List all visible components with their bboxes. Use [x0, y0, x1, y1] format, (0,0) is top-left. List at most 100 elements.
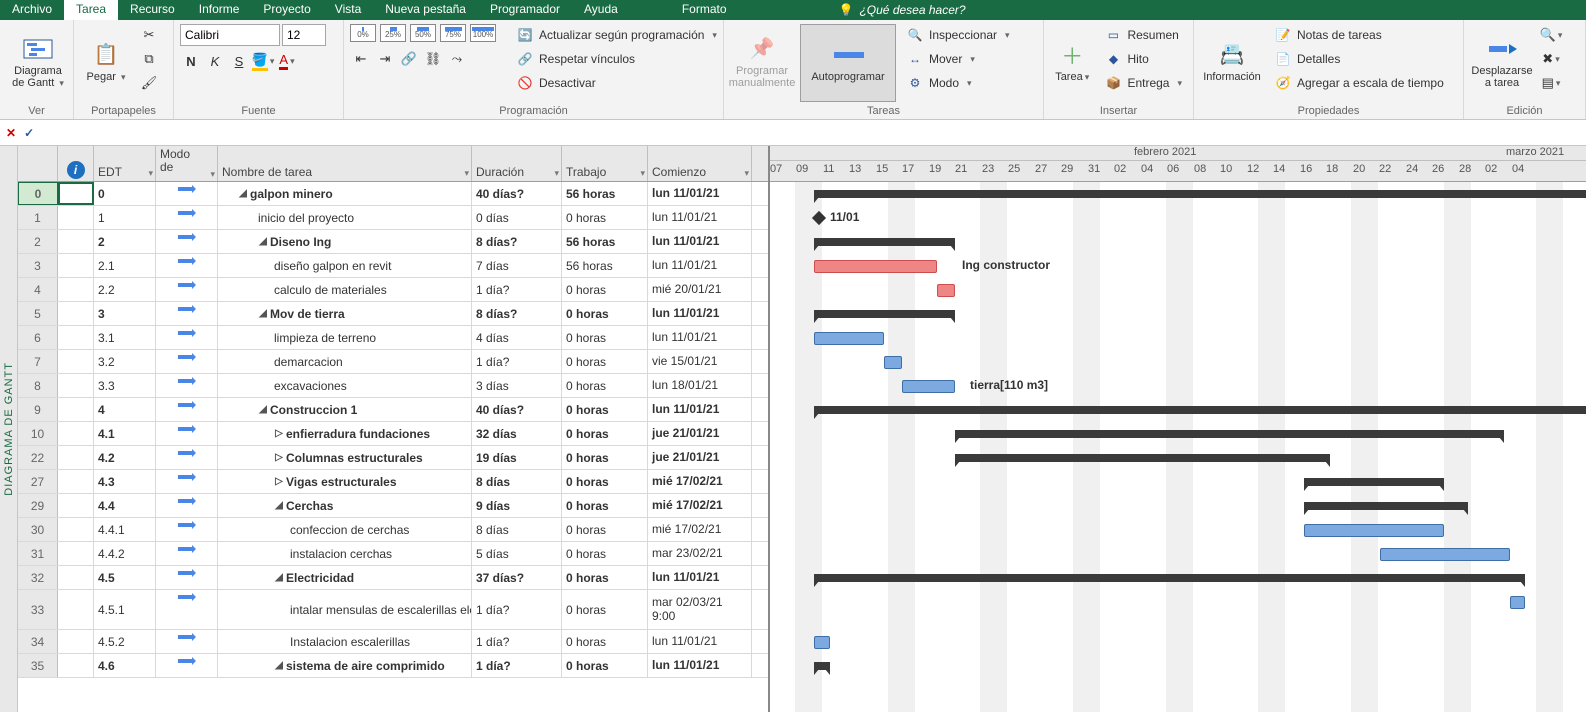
task-name-cell[interactable]: excavaciones	[218, 374, 472, 397]
row-number[interactable]: 8	[18, 374, 58, 397]
row-number[interactable]: 3	[18, 254, 58, 277]
mode-cell[interactable]	[156, 630, 218, 653]
info-cell[interactable]	[58, 446, 94, 469]
menu-tab-programador[interactable]: Programador	[478, 0, 572, 20]
mode-cell[interactable]	[156, 398, 218, 421]
start-cell[interactable]: vie 15/01/21	[648, 350, 752, 373]
work-cell[interactable]: 0 horas	[562, 630, 648, 653]
mode-cell[interactable]	[156, 494, 218, 517]
duration-cell[interactable]: 1 día?	[472, 590, 562, 629]
percent-50%[interactable]: 50%	[410, 24, 436, 42]
tell-me-search[interactable]: 💡 ¿Qué desea hacer?	[829, 0, 976, 20]
menu-tab-nueva pestaña[interactable]: Nueva pestaña	[373, 0, 478, 20]
work-cell[interactable]: 0 horas	[562, 494, 648, 517]
work-cell[interactable]: 0 horas	[562, 278, 648, 301]
task-name-cell[interactable]: ◢Construccion 1	[218, 398, 472, 421]
work-cell[interactable]: 0 horas	[562, 446, 648, 469]
summary-bar[interactable]	[814, 190, 1586, 198]
cancel-entry-icon[interactable]: ✕	[6, 126, 16, 140]
mode-cell[interactable]	[156, 350, 218, 373]
schedule-manual-button[interactable]: 📌 Programar manualmente	[730, 24, 794, 102]
table-row[interactable]: 314.4.2instalacion cerchas5 días0 horasm…	[18, 542, 768, 566]
header-edt[interactable]: EDT▾	[94, 146, 156, 181]
start-cell[interactable]: lun 11/01/21	[648, 182, 752, 205]
edt-cell[interactable]: 4.4.2	[94, 542, 156, 565]
task-bar[interactable]	[884, 356, 902, 369]
insert-task-button[interactable]: ＋ Tarea▾	[1050, 24, 1094, 102]
task-name-cell[interactable]: instalacion cerchas	[218, 542, 472, 565]
info-cell[interactable]	[58, 590, 94, 629]
summary-bar[interactable]	[955, 430, 1504, 438]
mode-cell[interactable]	[156, 254, 218, 277]
start-cell[interactable]: lun 11/01/21	[648, 566, 752, 589]
split-task-button[interactable]: ⤳	[446, 48, 468, 70]
work-cell[interactable]: 0 horas	[562, 422, 648, 445]
header-info[interactable]: i	[58, 146, 94, 181]
info-cell[interactable]	[58, 302, 94, 325]
work-cell[interactable]: 56 horas	[562, 254, 648, 277]
mode-cell[interactable]	[156, 374, 218, 397]
mode-cell[interactable]	[156, 446, 218, 469]
find-button[interactable]: 🔍▾	[1540, 24, 1562, 46]
row-number[interactable]: 9	[18, 398, 58, 421]
start-cell[interactable]: lun 11/01/21	[648, 206, 752, 229]
task-name-cell[interactable]: Instalacion escalerillas	[218, 630, 472, 653]
gantt-view-button[interactable]: Diagrama de Gantt ▾	[6, 24, 70, 102]
mode-cell[interactable]	[156, 302, 218, 325]
edt-cell[interactable]: 1	[94, 206, 156, 229]
table-row[interactable]: 22◢Diseno Ing8 días?56 horaslun 11/01/21	[18, 230, 768, 254]
cut-button[interactable]: ✂	[138, 24, 160, 46]
table-row[interactable]: 324.5◢Electricidad37 días?0 horaslun 11/…	[18, 566, 768, 590]
info-cell[interactable]	[58, 278, 94, 301]
percent-25%[interactable]: 25%	[380, 24, 406, 42]
row-number[interactable]: 27	[18, 470, 58, 493]
work-cell[interactable]: 56 horas	[562, 230, 648, 253]
info-cell[interactable]	[58, 350, 94, 373]
edt-cell[interactable]: 4.4.1	[94, 518, 156, 541]
underline-button[interactable]: S	[228, 50, 250, 72]
task-name-cell[interactable]: demarcacion	[218, 350, 472, 373]
edt-cell[interactable]: 0	[94, 182, 156, 205]
duration-cell[interactable]: 40 días?	[472, 182, 562, 205]
start-cell[interactable]: lun 11/01/21	[648, 326, 752, 349]
start-cell[interactable]: lun 18/01/21	[648, 374, 752, 397]
header-start[interactable]: Comienzo▾	[648, 146, 752, 181]
percent-75%[interactable]: 75%	[440, 24, 466, 42]
duration-cell[interactable]: 19 días	[472, 446, 562, 469]
task-bar[interactable]	[937, 284, 955, 297]
unlink-button[interactable]: ⛓	[422, 48, 444, 70]
add-to-timeline-button[interactable]: 🧭Agregar a escala de tiempo	[1270, 72, 1449, 94]
edt-cell[interactable]: 4.2	[94, 446, 156, 469]
summary-bar[interactable]	[814, 406, 1586, 414]
info-cell[interactable]	[58, 182, 94, 205]
table-row[interactable]: 224.2▷Columnas estructurales19 días0 hor…	[18, 446, 768, 470]
task-bar[interactable]	[814, 332, 884, 345]
table-row[interactable]: 94◢Construccion 140 días?0 horaslun 11/0…	[18, 398, 768, 422]
info-cell[interactable]	[58, 326, 94, 349]
work-cell[interactable]: 0 horas	[562, 398, 648, 421]
table-row[interactable]: 104.1▷enfierradura fundaciones32 días0 h…	[18, 422, 768, 446]
task-bar[interactable]	[1380, 548, 1510, 561]
summary-bar[interactable]	[955, 454, 1330, 462]
gantt-chart[interactable]: febrero 2021marzo 2021 07091113151719212…	[770, 146, 1586, 712]
start-cell[interactable]: jue 21/01/21	[648, 422, 752, 445]
table-row[interactable]: 53◢Mov de tierra8 días?0 horaslun 11/01/…	[18, 302, 768, 326]
duration-cell[interactable]: 8 días	[472, 518, 562, 541]
row-number[interactable]: 22	[18, 446, 58, 469]
edt-cell[interactable]: 3.2	[94, 350, 156, 373]
start-cell[interactable]: lun 11/01/21	[648, 254, 752, 277]
mode-cell[interactable]	[156, 566, 218, 589]
format-painter-button[interactable]: 🖌	[138, 72, 160, 94]
font-size-select[interactable]	[282, 24, 326, 46]
bold-button[interactable]: N	[180, 50, 202, 72]
duration-cell[interactable]: 40 días?	[472, 398, 562, 421]
edt-cell[interactable]: 2.1	[94, 254, 156, 277]
duration-cell[interactable]: 4 días	[472, 326, 562, 349]
mode-cell[interactable]	[156, 422, 218, 445]
duration-cell[interactable]: 1 día?	[472, 654, 562, 677]
header-name[interactable]: Nombre de tarea▾	[218, 146, 472, 181]
edt-cell[interactable]: 4.4	[94, 494, 156, 517]
fill-button[interactable]: ▤▾	[1540, 72, 1562, 94]
duration-cell[interactable]: 3 días	[472, 374, 562, 397]
duration-cell[interactable]: 8 días?	[472, 302, 562, 325]
